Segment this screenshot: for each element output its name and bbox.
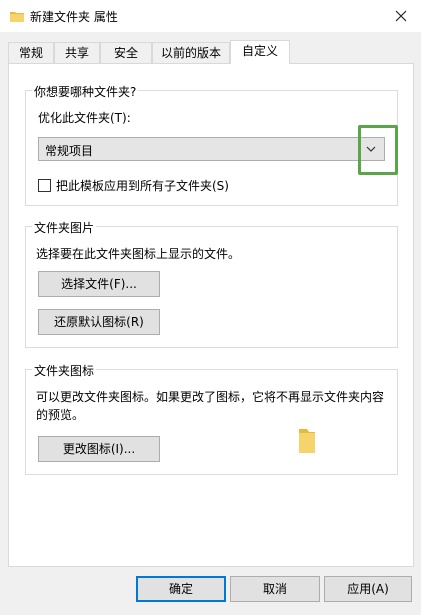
group-title: 你想要哪种文件夹? bbox=[32, 83, 139, 100]
window-title: 新建文件夹 属性 bbox=[30, 10, 118, 24]
folder-icons-group: 文件夹图标 可以更改文件夹图标。如果更改了图标，它将不再显示文件夹内容 的预览。… bbox=[25, 362, 398, 475]
tab-panel: 你想要哪种文件夹? 优化此文件夹(T): 常规项目 把此模板应用到所有子文件夹(… bbox=[8, 63, 414, 567]
close-button[interactable] bbox=[387, 2, 415, 30]
folder-type-group: 你想要哪种文件夹? 优化此文件夹(T): 常规项目 把此模板应用到所有子文件夹(… bbox=[25, 83, 398, 206]
tab-previous-versions[interactable]: 以前的版本 bbox=[152, 42, 230, 63]
ok-button[interactable]: 确定 bbox=[136, 576, 226, 602]
tab-label: 以前的版本 bbox=[160, 46, 221, 60]
folder-pictures-group: 文件夹图片 选择要在此文件夹图标上显示的文件。 选择文件(F)... 还原默认图… bbox=[25, 219, 398, 348]
choose-file-button[interactable]: 选择文件(F)... bbox=[38, 271, 160, 297]
checkbox-box[interactable] bbox=[38, 179, 51, 192]
folder-icons-description-line2: 的预览。 bbox=[36, 408, 85, 422]
folder-pictures-description: 选择要在此文件夹图标上显示的文件。 bbox=[36, 247, 241, 261]
apply-subfolders-checkbox[interactable]: 把此模板应用到所有子文件夹(S) bbox=[38, 177, 229, 194]
restore-default-button[interactable]: 还原默认图标(R) bbox=[38, 309, 160, 335]
folder-icon bbox=[10, 12, 24, 22]
checkbox-label: 把此模板应用到所有子文件夹(S) bbox=[56, 179, 229, 193]
tab-general[interactable]: 常规 bbox=[8, 42, 54, 63]
title-bar: 新建文件夹 属性 bbox=[0, 0, 421, 32]
change-icon-button[interactable]: 更改图标(I)... bbox=[38, 436, 160, 462]
tab-sharing[interactable]: 共享 bbox=[54, 42, 100, 63]
group-title: 文件夹图标 bbox=[32, 362, 97, 379]
folder-type-dropdown[interactable]: 常规项目 bbox=[38, 137, 385, 161]
cancel-button[interactable]: 取消 bbox=[230, 576, 320, 602]
folder-preview-icon bbox=[299, 429, 315, 453]
folder-icons-description-line1: 可以更改文件夹图标。如果更改了图标，它将不再显示文件夹内容 bbox=[36, 390, 385, 404]
tab-security[interactable]: 安全 bbox=[100, 42, 152, 63]
highlight-box bbox=[358, 125, 398, 175]
tab-label: 安全 bbox=[113, 46, 138, 60]
dropdown-value: 常规项目 bbox=[45, 144, 94, 158]
close-icon bbox=[395, 10, 407, 22]
apply-button[interactable]: 应用(A) bbox=[324, 576, 412, 602]
tab-label: 常规 bbox=[18, 46, 43, 60]
tab-customize[interactable]: 自定义 bbox=[230, 40, 290, 64]
optimize-label: 优化此文件夹(T): bbox=[38, 111, 131, 125]
group-title: 文件夹图片 bbox=[32, 219, 97, 236]
tab-label: 自定义 bbox=[241, 44, 278, 58]
tab-label: 共享 bbox=[64, 46, 89, 60]
